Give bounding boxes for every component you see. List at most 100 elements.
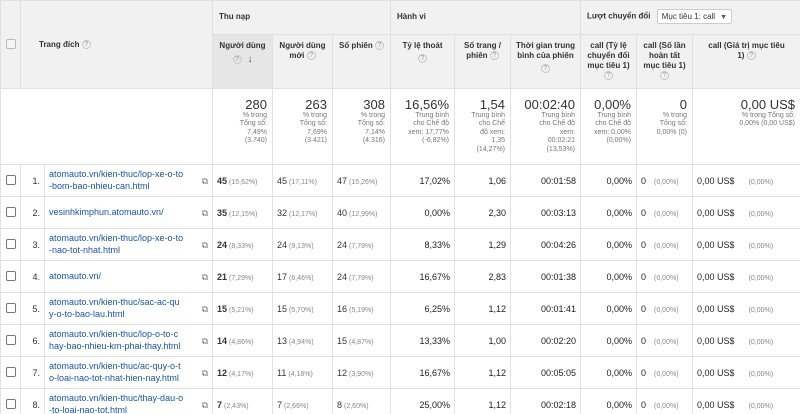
col-completions[interactable]: call (Số lần hoàn tất mục tiêu 1) ?	[636, 34, 693, 89]
pages-cell: 2,30	[454, 196, 511, 229]
external-link-icon[interactable]: ⧉	[202, 240, 208, 252]
row-index: 2.	[20, 196, 45, 229]
total-duration: 00:02:40 Trung bình cho Chế độ xem: 00:02:21…	[510, 88, 581, 165]
landing-page-link[interactable]: atomauto.vn/ ⧉	[49, 271, 208, 283]
total-value: 280	[245, 97, 267, 112]
row-checkbox[interactable]	[5, 206, 16, 217]
users-pct: (4,17%)	[229, 370, 254, 378]
landing-page-link[interactable]: atomauto.vn/kien-thuc/thay-dau-o -to-loai…	[49, 393, 208, 414]
link-line: o-loai-nao-tot-nhat-hien-nay.html	[49, 372, 179, 383]
acquisition-group: Thu nạp	[212, 0, 391, 35]
col-conv-rate[interactable]: call (Tỷ lệ chuyển đổi mục tiêu 1) ?	[580, 34, 637, 89]
landing-page-header[interactable]: Trang đích ?	[20, 0, 213, 89]
landing-page-cell: atomauto.vn/ ⧉	[44, 260, 213, 293]
col-label: Tỷ lệ thoát	[402, 41, 443, 50]
landing-page-link[interactable]: vesinhkimphun.atomauto.vn/ ⧉	[49, 207, 208, 219]
table-row: 5. atomauto.vn/kien-thuc/sac-ac-qu y-o-to…	[0, 292, 800, 325]
landing-page-link[interactable]: atomauto.vn/kien-thuc/lop-xe-o-to -nao-to…	[49, 233, 208, 256]
help-icon[interactable]: ?	[541, 64, 550, 74]
landing-page-link[interactable]: atomauto.vn/kien-thuc/ac-quy-o-t o-loai-n…	[49, 361, 208, 384]
select-all-checkbox[interactable]	[5, 38, 16, 49]
col-bounce[interactable]: Tỷ lệ thoát?	[390, 34, 455, 89]
col-sessions[interactable]: Số phiên ?	[332, 34, 391, 89]
landing-page-link[interactable]: atomauto.vn/kien-thuc/lop-xe-o-to -bom-ba…	[49, 169, 208, 192]
sessions-pct: (4,87%)	[349, 338, 374, 346]
acquisition-label: Thu nạp	[219, 12, 251, 21]
external-link-icon[interactable]: ⧉	[202, 272, 208, 284]
landing-page-link[interactable]: atomauto.vn/kien-thuc/sac-ac-qu y-o-to-ba…	[49, 297, 208, 320]
bounce-cell: 8,33%	[390, 228, 455, 261]
link-line: atomauto.vn/	[49, 270, 102, 281]
total-completions: 0% trong Tổng số: 0,00% (0)	[636, 88, 693, 165]
total-value: 00:02:40	[524, 97, 575, 112]
behavior-group: Hành vi	[390, 0, 581, 35]
col-users-label: Người dùng	[219, 41, 266, 50]
external-link-icon[interactable]: ⧉	[202, 304, 208, 316]
pages-cell: 1,12	[454, 356, 511, 389]
col-label: Số phiên	[338, 41, 373, 50]
new-users-pct: (17,11%)	[289, 178, 317, 186]
sessions-cell: 8 (2,60%)	[332, 388, 391, 414]
col-label: mục tiêu 1)	[587, 61, 630, 70]
completions-pct: (0,00%)	[654, 274, 679, 282]
landing-page-link[interactable]: atomauto.vn/kien-thuc/lop-o-to-c hay-bao-…	[49, 329, 208, 352]
users-pct: (2,43%)	[224, 402, 249, 410]
help-icon[interactable]: ?	[232, 55, 242, 65]
external-link-icon[interactable]: ⧉	[202, 400, 208, 412]
pages-cell: 1,29	[454, 228, 511, 261]
new-users-value: 45	[277, 175, 288, 186]
row-checkbox[interactable]	[5, 238, 16, 249]
value-amount: 0,00 US$	[697, 175, 735, 186]
new-users-cell: 17 (6,46%)	[272, 260, 333, 293]
row-checkbox[interactable]	[5, 366, 16, 377]
new-users-cell: 15 (5,70%)	[272, 292, 333, 325]
value-amount: 0,00 US$	[697, 399, 735, 410]
col-pages[interactable]: Số trang / phiên ?	[454, 34, 511, 89]
row-checkbox[interactable]	[5, 302, 16, 313]
completions-value: 0	[641, 399, 647, 410]
sessions-cell: 12 (3,90%)	[332, 356, 391, 389]
help-icon[interactable]: ?	[375, 41, 384, 51]
total-note: cho Chế	[478, 120, 505, 128]
col-value[interactable]: call (Giá trị mục tiêu 1) ?	[692, 34, 800, 89]
col-duration[interactable]: Thời gian trung bình của phiên?	[510, 34, 581, 89]
duration-cell: 00:02:18	[510, 388, 581, 414]
external-link-icon[interactable]: ⧉	[202, 176, 208, 188]
value-cell: 0,00 US$ (0,00%)	[692, 196, 800, 229]
help-icon[interactable]: ?	[604, 71, 613, 81]
total-value: 0,00 US$	[740, 97, 795, 112]
users-pct: (7,29%)	[229, 274, 254, 282]
link-line: -nao-tot-nhat.html	[49, 244, 121, 255]
external-link-icon[interactable]: ⧉	[202, 208, 208, 220]
help-icon[interactable]: ?	[489, 51, 499, 61]
bounce-cell: 13,33%	[390, 324, 455, 357]
help-icon[interactable]: ?	[660, 71, 669, 81]
external-link-icon[interactable]: ⧉	[202, 368, 208, 380]
goal-select[interactable]: Mục tiêu 1: call ▼	[656, 9, 733, 24]
users-cell: 12 (4,17%)	[212, 356, 273, 389]
sessions-pct: (7,79%)	[349, 274, 374, 282]
total-note: xem:	[559, 128, 575, 136]
total-value: 308	[363, 97, 385, 112]
help-icon[interactable]: ?	[81, 40, 91, 50]
value-cell: 0,00 US$ (0,00%)	[692, 228, 800, 261]
sort-down-icon[interactable]: ↓	[248, 54, 253, 65]
help-icon[interactable]: ?	[306, 51, 316, 61]
total-note: 00:02:21	[547, 137, 575, 145]
conv-rate-cell: 0,00%	[580, 388, 637, 414]
new-users-value: 15	[277, 303, 288, 314]
col-new-users[interactable]: Người dùng mới ?	[272, 34, 333, 89]
external-link-icon[interactable]: ⧉	[202, 336, 208, 348]
help-icon[interactable]: ?	[418, 54, 427, 64]
link-line: -bom-bao-nhieu-can.html	[49, 180, 150, 191]
row-checkbox-cell	[0, 164, 21, 197]
total-value: 16,56%	[404, 97, 449, 112]
row-checkbox[interactable]	[5, 174, 16, 185]
row-index: 5.	[20, 292, 45, 325]
help-icon[interactable]: ?	[746, 51, 756, 61]
row-checkbox[interactable]	[5, 398, 16, 409]
col-users[interactable]: Người dùng? ↓	[212, 34, 273, 89]
row-checkbox[interactable]	[5, 334, 16, 345]
new-users-value: 32	[277, 207, 288, 218]
row-checkbox[interactable]	[5, 270, 16, 281]
